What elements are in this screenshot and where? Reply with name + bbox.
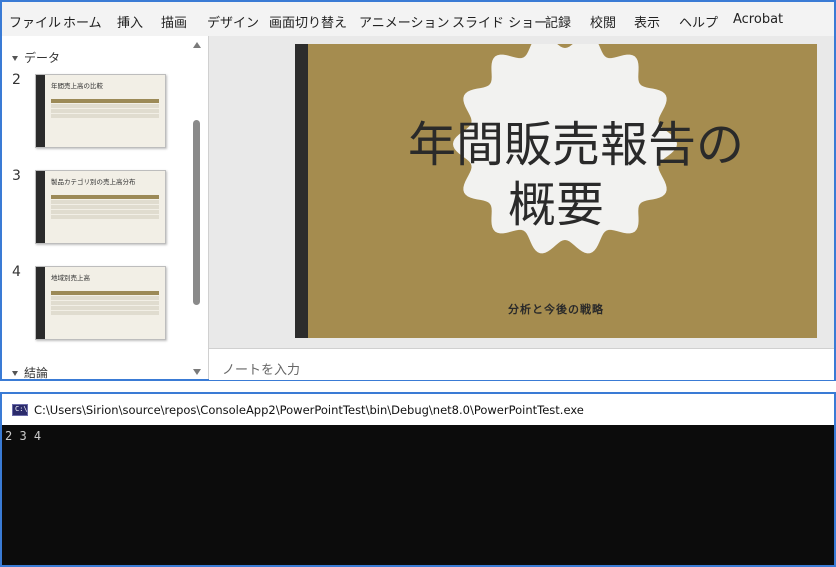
tab-acrobat[interactable]: Acrobat <box>733 12 783 27</box>
collapse-triangle-icon[interactable] <box>12 56 18 61</box>
tab-insert[interactable]: 挿入 <box>117 12 143 31</box>
console-title-path: C:\Users\Sirion\source\repos\ConsoleApp2… <box>34 403 584 417</box>
slide-title-line-2[interactable]: 概要 <box>295 174 817 236</box>
wave-edge-icon <box>42 171 45 243</box>
section-label: 結論 <box>24 366 49 379</box>
console-output: 2 3 4 <box>5 429 42 443</box>
tab-home[interactable]: ホーム <box>63 12 102 31</box>
slide-number: 4 <box>12 264 21 280</box>
thumbnail-accent-bar <box>36 171 45 243</box>
thumbnail-table <box>51 195 159 220</box>
slide-thumbnail-pane: データ 2 年間売上高の比較 3 製品カテゴリ別の売上高分布 4 地域別売上高 … <box>2 36 209 379</box>
scroll-thumb[interactable] <box>193 120 200 305</box>
tab-record[interactable]: 記録 <box>545 12 571 31</box>
powerpoint-window: ファイル ホーム 挿入 描画 デザイン 画面切り替え アニメーション スライド … <box>0 0 836 381</box>
tab-review[interactable]: 校閲 <box>590 12 616 31</box>
tab-transitions[interactable]: 画面切り替え <box>269 12 347 31</box>
tab-animations[interactable]: アニメーション <box>359 12 449 31</box>
slide-thumbnail-2[interactable]: 年間売上高の比較 <box>35 74 166 148</box>
slide-editor: 年間販売報告の 概要 分析と今後の戦略 <box>209 36 834 348</box>
console-title-bar[interactable]: C:\ C:\Users\Sirion\source\repos\Console… <box>2 394 834 425</box>
tab-design[interactable]: デザイン <box>207 12 259 31</box>
slide-thumbnail-4[interactable]: 地域別売上高 <box>35 266 166 340</box>
section-label: データ <box>24 51 61 65</box>
tab-file[interactable]: ファイル <box>9 12 61 31</box>
current-slide[interactable]: 年間販売報告の 概要 分析と今後の戦略 <box>295 44 817 338</box>
tab-slideshow[interactable]: スライド ショー <box>452 12 547 31</box>
section-header-conclusion[interactable]: 結論 <box>12 364 48 379</box>
notes-pane[interactable]: ノートを入力 <box>209 348 834 380</box>
thumbnail-title: 年間売上高の比較 <box>51 82 103 90</box>
slide-subtitle[interactable]: 分析と今後の戦略 <box>295 301 817 317</box>
wave-edge-icon <box>42 267 45 339</box>
scroll-down-arrow-icon[interactable] <box>193 369 201 375</box>
console-app-icon: C:\ <box>12 404 28 416</box>
thumbnail-scrollbar[interactable] <box>189 36 204 379</box>
wave-edge-icon <box>42 75 45 147</box>
tab-draw[interactable]: 描画 <box>161 12 187 31</box>
tab-help[interactable]: ヘルプ <box>679 12 718 31</box>
section-header-data[interactable]: データ <box>12 49 60 66</box>
thumbnail-table <box>51 99 159 119</box>
thumbnail-accent-bar <box>36 267 45 339</box>
tab-view[interactable]: 表示 <box>634 12 660 31</box>
slide-number: 3 <box>12 168 21 184</box>
thumbnail-title: 製品カテゴリ別の売上高分布 <box>51 178 136 186</box>
slide-thumbnail-3[interactable]: 製品カテゴリ別の売上高分布 <box>35 170 166 244</box>
thumbnail-accent-bar <box>36 75 45 147</box>
slide-title-line-1[interactable]: 年間販売報告の <box>315 114 817 176</box>
thumbnail-title: 地域別売上高 <box>51 274 90 282</box>
console-window: C:\ C:\Users\Sirion\source\repos\Console… <box>0 392 836 567</box>
scroll-up-arrow-icon[interactable] <box>193 42 201 48</box>
slide-number: 2 <box>12 72 21 88</box>
notes-placeholder: ノートを入力 <box>222 363 301 378</box>
ribbon-tabs: ファイル ホーム 挿入 描画 デザイン 画面切り替え アニメーション スライド … <box>2 2 834 37</box>
collapse-triangle-icon[interactable] <box>12 371 18 376</box>
thumbnail-table <box>51 291 159 316</box>
